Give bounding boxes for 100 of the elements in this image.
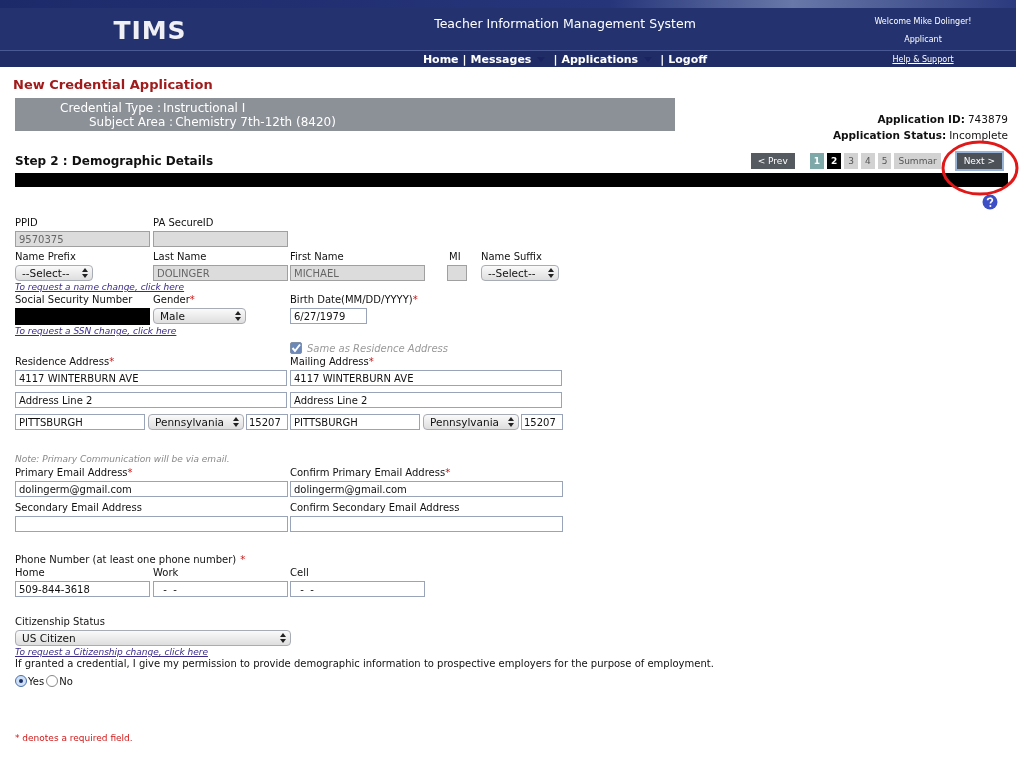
credential-label: Credential Type : [60, 101, 161, 115]
required-mark: * [445, 467, 451, 478]
field-label: Citizenship Status [15, 616, 105, 627]
request-link[interactable]: To request a Citizenship change, click here [15, 647, 208, 657]
field-label: Work [153, 567, 179, 578]
text-field: 9570375 [15, 231, 150, 247]
dropdown[interactable]: --Select-- [15, 265, 93, 281]
prev-button[interactable]: < Prev [750, 153, 795, 169]
step-tab[interactable]: 4 [861, 153, 875, 169]
nav-link[interactable]: Messages [470, 52, 532, 66]
page-title: New Credential Application [13, 77, 214, 92]
welcome-text: Welcome Mike Dolinger! [873, 16, 973, 26]
text-field[interactable]: 4117 WINTERBURN AVE [290, 370, 562, 386]
text-field[interactable]: PITTSBURGH [15, 414, 145, 430]
field-label: Primary Email Address [15, 467, 128, 478]
required-mark: * [109, 356, 115, 367]
help-link[interactable]: Help & Support [830, 54, 1016, 64]
field-label: Birth Date(MM/DD/YYYY) [290, 294, 413, 305]
info-value: Incomplete [949, 129, 1008, 141]
updown-arrows-icon [508, 417, 514, 427]
required-mark: * [127, 467, 133, 478]
app-logo: TIMS [112, 15, 188, 47]
step-tab[interactable]: Summar [894, 153, 941, 169]
permission-text: If granted a credential, I give my permission to provide demographic information to prospective employers for the purpose of employment. [15, 658, 715, 669]
app-title: Teacher Information Management System [433, 15, 697, 33]
radio-label: No [59, 675, 73, 687]
step-title: Step 2 : Demographic Details [15, 154, 214, 168]
field-label: Name Prefix [15, 251, 76, 262]
field-label: Confirm Secondary Email Address [290, 502, 460, 513]
field-label: Phone Number (at least one phone number) [15, 554, 237, 565]
step-tab[interactable]: 5 [877, 153, 892, 169]
required-note: * denotes a required field. [15, 733, 134, 743]
nav-link[interactable]: Logoff [668, 52, 708, 66]
field-label: Name Suffix [481, 251, 542, 262]
text-field[interactable]: 15207 [246, 414, 288, 430]
request-link[interactable]: To request a SSN change, click here [15, 326, 177, 336]
radio-label: Yes [28, 675, 45, 687]
step-tab[interactable]: 2 [827, 153, 842, 169]
radio-button[interactable] [15, 675, 27, 687]
step-tab[interactable]: 3 [844, 153, 858, 169]
field-label: Mailing Address [290, 356, 369, 367]
field-label: Gender [153, 294, 190, 305]
field-label: MI [449, 251, 461, 262]
checkmark-icon [291, 343, 301, 353]
field-label: PA SecureID [153, 217, 214, 228]
text-field[interactable]: - - [290, 581, 425, 597]
text-field[interactable]: PITTSBURGH [290, 414, 420, 430]
help-icon [982, 194, 998, 210]
dropdown[interactable]: Pennsylvania [423, 414, 519, 430]
info-value: 743879 [967, 113, 1008, 125]
nav-separator: | [553, 52, 558, 66]
updown-arrows-icon [235, 311, 241, 321]
credential-value: Instructional I [163, 101, 246, 115]
text-field[interactable]: Address Line 2 [15, 392, 287, 408]
updown-arrows-icon [280, 633, 286, 643]
updown-arrows-icon [548, 268, 554, 278]
text-field: DOLINGER [153, 265, 288, 281]
dropdown[interactable]: Male [153, 308, 246, 324]
next-button[interactable]: Next > [956, 153, 1002, 169]
text-field[interactable]: Address Line 2 [290, 392, 562, 408]
info-label: Application Status: [832, 129, 947, 141]
checkbox[interactable] [290, 342, 302, 354]
dropdown[interactable]: --Select-- [481, 265, 559, 281]
field-label: Secondary Email Address [15, 502, 142, 513]
updown-arrows-icon [233, 417, 239, 427]
request-link[interactable]: To request a name change, click here [15, 282, 185, 292]
text-field[interactable]: 15207 [521, 414, 563, 430]
field-label: Confirm Primary Email Address [290, 467, 446, 478]
dropdown[interactable]: Pennsylvania [148, 414, 244, 430]
credential-label: Subject Area : [89, 115, 174, 129]
text-field[interactable]: 6/27/1979 [290, 308, 367, 324]
text-field[interactable] [15, 516, 288, 532]
text-field[interactable]: dolingerm@gmail.com [15, 481, 288, 497]
credential-value: Chemistry 7th-12th (8420) [175, 115, 336, 129]
text-field[interactable]: dolingerm@gmail.com [290, 481, 563, 497]
user-role: Applicant [903, 34, 943, 44]
nav-link[interactable]: Home [422, 52, 459, 66]
field-label: Home [15, 567, 45, 578]
nav-separator: | [462, 52, 467, 66]
radio-button[interactable] [46, 675, 59, 687]
updown-arrows-icon [82, 268, 88, 278]
text-field[interactable]: 509-844-3618 [15, 581, 150, 597]
text-field[interactable] [290, 516, 563, 532]
field-label: Last Name [153, 251, 207, 262]
field-label: Cell [290, 567, 309, 578]
text-field[interactable]: 4117 WINTERBURN AVE [15, 370, 287, 386]
text-field[interactable]: - - [153, 581, 288, 597]
field-label: Residence Address [15, 356, 110, 367]
required-mark: * [240, 554, 246, 565]
checkbox-label: Same as Residence Address [307, 342, 449, 354]
dropdown[interactable]: US Citizen [15, 630, 291, 646]
field-label: First Name [290, 251, 344, 262]
field-label: Social Security Number [15, 294, 133, 305]
field-label: PPID [15, 217, 38, 228]
required-mark: * [368, 356, 374, 367]
note-text: Note: Primary Communication will be via email. [15, 454, 231, 464]
nav-link[interactable]: Applications [561, 52, 639, 66]
required-mark: * [412, 294, 418, 305]
text-field: MICHAEL [290, 265, 425, 281]
nav-separator: | [660, 52, 665, 66]
